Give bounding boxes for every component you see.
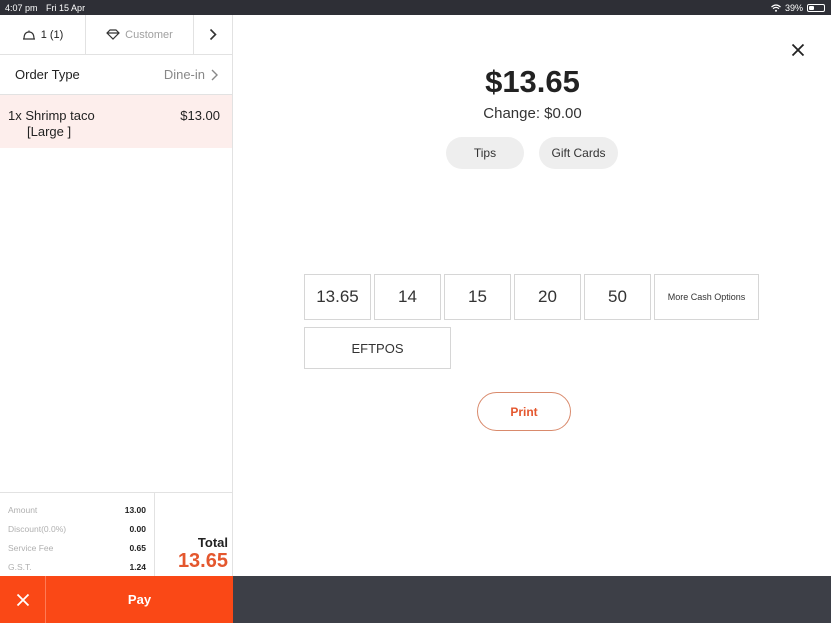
cash-option-button[interactable]: 13.65 xyxy=(304,274,371,320)
pay-button[interactable]: Pay xyxy=(46,576,233,623)
order-type-value: Dine-in xyxy=(163,67,205,82)
summary-value: 0.00 xyxy=(129,523,146,534)
battery-fill xyxy=(809,5,815,10)
order-type-label: Order Type xyxy=(15,67,80,82)
pay-bar: Pay xyxy=(0,576,233,623)
summary-value: 13.00 xyxy=(124,504,146,515)
status-right: 39% xyxy=(771,3,825,13)
order-type-value-wrap: Dine-in xyxy=(164,67,218,82)
cash-option-button[interactable]: 14 xyxy=(374,274,441,320)
summary-value: 0.65 xyxy=(129,542,146,553)
print-button[interactable]: Print xyxy=(477,392,571,431)
summary-lines: Amount 13.00 Discount(0.0%) 0.00 Service… xyxy=(0,493,155,576)
chevron-right-icon xyxy=(211,69,218,80)
summary-total: Total 13.65 xyxy=(155,493,233,576)
guest-count: 1 (1) xyxy=(40,28,64,41)
more-cash-options-button[interactable]: More Cash Options xyxy=(654,274,759,320)
cancel-order-button[interactable] xyxy=(0,576,46,623)
change-amount: Change: $0.00 xyxy=(483,105,582,122)
close-icon xyxy=(16,593,29,606)
order-item-modifier: [Large ] xyxy=(27,124,72,139)
expand-button[interactable] xyxy=(194,15,232,54)
order-type-row[interactable]: Order Type Dine-in xyxy=(0,55,232,95)
diamond-icon xyxy=(106,29,121,40)
order-item-price: $13.00 xyxy=(180,108,220,123)
close-icon xyxy=(791,43,805,57)
summary-line-amount: Amount 13.00 xyxy=(8,500,146,519)
bottom-bar xyxy=(233,576,831,623)
summary-line-service-fee: Service Fee 0.65 xyxy=(8,538,146,557)
order-panel: 1 (1) Customer Order Type Dine-in 1x Shr… xyxy=(0,15,233,623)
status-left: 4:07 pm Fri 15 Apr xyxy=(5,3,91,13)
cash-option-button[interactable]: 15 xyxy=(444,274,511,320)
wifi-icon xyxy=(771,3,781,12)
customer-label: Customer xyxy=(125,28,173,41)
total-value: 13.65 xyxy=(177,550,228,572)
order-summary: Amount 13.00 Discount(0.0%) 0.00 Service… xyxy=(0,492,233,576)
summary-line-gst: G.S.T. 1.24 xyxy=(8,557,146,576)
order-header: 1 (1) Customer xyxy=(0,15,232,55)
battery-percent: 39% xyxy=(784,2,803,13)
order-item[interactable]: 1x Shrimp taco [Large ] $13.00 xyxy=(0,95,232,148)
summary-label: Service Fee xyxy=(8,542,54,553)
battery-icon xyxy=(807,3,825,12)
status-time: 4:07 pm xyxy=(5,2,38,13)
chevron-right-icon xyxy=(209,28,217,41)
status-bar: 4:07 pm Fri 15 Apr 39% xyxy=(0,0,831,15)
tips-button[interactable]: Tips xyxy=(446,137,524,169)
payment-panel: $13.65 Change: $0.00 Tips Gift Cards 13.… xyxy=(234,15,831,576)
status-date: Fri 15 Apr xyxy=(46,2,86,13)
summary-line-discount: Discount(0.0%) 0.00 xyxy=(8,519,146,538)
summary-label: Discount(0.0%) xyxy=(8,523,67,534)
summary-value: 1.24 xyxy=(129,561,146,572)
bell-icon xyxy=(22,30,35,40)
customer-button[interactable]: Customer xyxy=(86,15,194,54)
cash-option-button[interactable]: 20 xyxy=(514,274,581,320)
summary-label: G.S.T. xyxy=(8,561,32,572)
summary-label: Amount xyxy=(8,504,38,515)
cash-option-button[interactable]: 50 xyxy=(584,274,651,320)
eftpos-button[interactable]: EFTPOS xyxy=(304,327,451,369)
gift-cards-button[interactable]: Gift Cards xyxy=(539,137,618,169)
total-label: Total xyxy=(197,535,228,550)
close-payment-button[interactable] xyxy=(788,40,808,60)
order-item-details: 1x Shrimp taco [Large ] xyxy=(8,108,95,148)
order-item-name: 1x Shrimp taco xyxy=(8,108,95,123)
guest-count-button[interactable]: 1 (1) xyxy=(0,15,86,54)
payment-amount: $13.65 xyxy=(485,64,580,99)
